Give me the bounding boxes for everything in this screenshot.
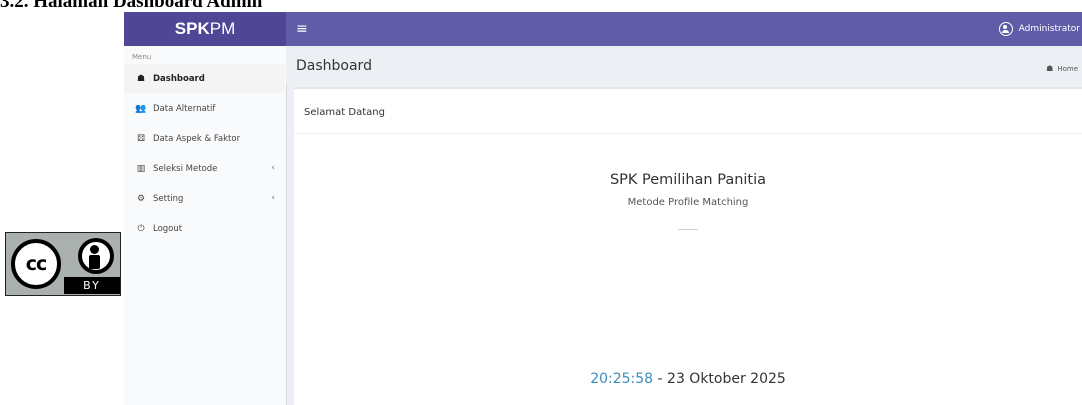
logo-bold: SPK	[174, 19, 210, 38]
logo-rest: PM	[209, 19, 236, 38]
attribution-person-body	[89, 255, 100, 269]
sidebar-item-label: Data Aspek & Faktor	[153, 133, 241, 144]
sidebar: Menu ☗ Dashboard 👥 Data Alternatif ⚄ Dat…	[124, 46, 287, 405]
sidebar-item-label: Seleksi Metode	[153, 163, 218, 174]
user-name: Administrator	[1018, 24, 1080, 34]
app-window: SPKPM ≡ Administrator Menu ☗ Dashboard 👥…	[124, 12, 1082, 405]
cc-by-license-badge: cc BY	[5, 232, 121, 296]
divider	[678, 229, 698, 230]
attribution-person-head	[90, 245, 99, 254]
breadcrumb-home[interactable]: Home	[1057, 65, 1078, 73]
clock-separator: -	[653, 371, 668, 387]
breadcrumb[interactable]: ☗ Home	[1046, 64, 1078, 73]
sidebar-item-label: Logout	[153, 223, 183, 234]
box-header: Selamat Datang	[294, 89, 1082, 134]
sidebar-menu-header: Menu	[132, 53, 152, 61]
chevron-left-icon: ‹	[271, 193, 275, 203]
cog-icon: ⚙	[136, 193, 146, 204]
clock-date: 23 Oktober 2025	[667, 371, 786, 387]
clock-time: 20:25:58	[590, 371, 654, 387]
sidebar-item-data-alternatif[interactable]: 👥 Data Alternatif	[124, 94, 285, 123]
sidebar-item-label: Data Alternatif	[153, 103, 216, 114]
clock-display: 20:25:58 - 23 Oktober 2025	[294, 371, 1082, 387]
top-navbar: ≡ Administrator	[286, 12, 1082, 46]
dashboard-icon: ☗	[136, 73, 146, 84]
user-menu[interactable]: Administrator	[998, 12, 1080, 46]
user-avatar-icon	[998, 22, 1013, 36]
sidebar-item-dashboard[interactable]: ☗ Dashboard	[124, 64, 285, 93]
app-subtitle: Metode Profile Matching	[627, 197, 749, 208]
users-icon: 👥	[135, 103, 147, 114]
sidebar-item-label: Setting	[153, 193, 184, 204]
app-main-title: SPK Pemilihan Panitia	[609, 172, 767, 188]
cubes-icon: ⚄	[137, 133, 145, 144]
by-label: BY	[64, 277, 120, 294]
power-icon: ⏻	[137, 223, 145, 234]
welcome-box: Selamat Datang SPK Pemilihan Panitia Met…	[294, 87, 1082, 405]
hamburger-menu-icon[interactable]: ≡	[296, 12, 308, 46]
box-title: Selamat Datang	[304, 107, 385, 118]
content-header: Dashboard ☗ Home	[286, 46, 1082, 84]
cc-icon: cc	[11, 239, 61, 289]
page-title: Dashboard	[296, 58, 372, 74]
sidebar-item-setting[interactable]: ⚙ Setting ‹	[124, 184, 285, 213]
sidebar-item-data-aspek-faktor[interactable]: ⚄ Data Aspek & Faktor	[124, 124, 285, 153]
sidebar-item-seleksi-metode[interactable]: ▥ Seleksi Metode ‹	[124, 154, 285, 183]
app-logo[interactable]: SPKPM	[124, 12, 286, 46]
sidebar-item-logout[interactable]: ⏻ Logout	[124, 214, 285, 243]
chevron-left-icon: ‹	[271, 163, 275, 173]
sidebar-item-label: Dashboard	[153, 73, 205, 84]
dashboard-icon: ☗	[1046, 64, 1054, 73]
bar-chart-icon: ▥	[136, 163, 146, 174]
